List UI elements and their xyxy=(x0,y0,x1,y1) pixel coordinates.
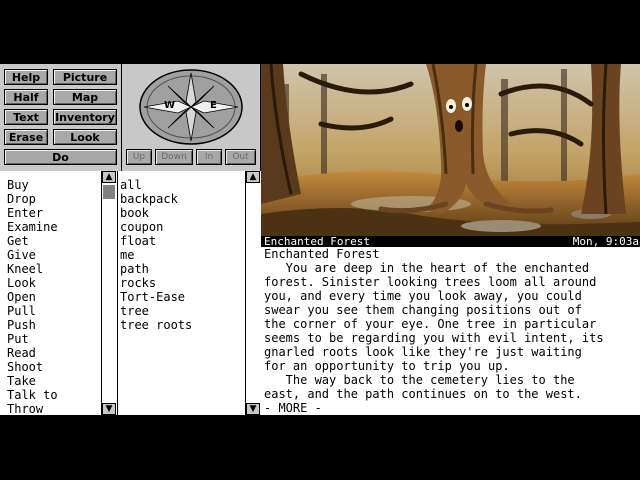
noun-item[interactable]: Tort-Ease xyxy=(120,290,185,304)
do-button[interactable]: Do xyxy=(4,149,117,165)
location-name: Enchanted Forest xyxy=(264,235,370,248)
help-button[interactable]: Help xyxy=(4,69,48,85)
verb-item[interactable]: Examine xyxy=(7,220,58,234)
story-line: gnarled roots look like they're just wai… xyxy=(264,345,582,359)
story-line: Enchanted Forest xyxy=(264,247,380,261)
verb-item[interactable]: Look xyxy=(7,276,36,290)
story-text-window: Enchanted Forest You are deep in the hea… xyxy=(261,247,640,415)
verb-item[interactable]: Talk to xyxy=(7,388,58,402)
noun-item[interactable]: rocks xyxy=(120,276,156,290)
scroll-thumb[interactable] xyxy=(103,185,115,199)
scroll-down-arrow-icon[interactable]: ▼ xyxy=(102,403,116,415)
verb-list: Buy Drop Enter Examine Get Give Kneel Lo… xyxy=(0,171,117,416)
text-button[interactable]: Text xyxy=(4,109,48,125)
noun-item[interactable]: backpack xyxy=(120,192,178,206)
verb-item[interactable]: Push xyxy=(7,318,36,332)
story-line: You are deep in the heart of the enchant… xyxy=(264,261,590,275)
scene-picture xyxy=(261,64,640,236)
noun-item[interactable]: float xyxy=(120,234,156,248)
noun-item[interactable]: path xyxy=(120,262,149,276)
story-line: east, and the path continues on to the w… xyxy=(264,387,582,401)
verb-item[interactable]: Drop xyxy=(7,192,36,206)
verb-item[interactable]: Shoot xyxy=(7,360,43,374)
verb-scrollbar[interactable]: ▲ ▼ xyxy=(101,171,117,415)
story-line: swear you see them changing positions ou… xyxy=(264,303,582,317)
noun-item[interactable]: tree roots xyxy=(120,318,192,332)
verb-item[interactable]: Enter xyxy=(7,206,43,220)
picture-button[interactable]: Picture xyxy=(53,69,117,85)
verb-item[interactable]: Pull xyxy=(7,304,36,318)
noun-scrollbar[interactable]: ▲ ▼ xyxy=(245,171,261,415)
compass-rose-icon[interactable] xyxy=(138,68,244,146)
story-line: you, and every time you look away, you c… xyxy=(264,289,582,303)
status-bar: Enchanted Forest Mon, 9:03a xyxy=(261,236,640,247)
more-prompt[interactable]: - MORE - xyxy=(264,401,322,415)
scroll-up-arrow-icon[interactable]: ▲ xyxy=(246,171,260,183)
scroll-down-arrow-icon[interactable]: ▼ xyxy=(246,403,260,415)
verb-item[interactable]: Take xyxy=(7,374,36,388)
in-button[interactable]: In xyxy=(196,149,222,165)
verb-item[interactable]: Get xyxy=(7,234,29,248)
map-button[interactable]: Map xyxy=(53,89,117,105)
story-line: for an opportunity to trip you up. xyxy=(264,359,510,373)
compass-panel: W E Up Down In Out xyxy=(121,64,260,171)
half-button[interactable]: Half xyxy=(4,89,48,105)
verb-item[interactable]: Buy xyxy=(7,178,29,192)
story-line: seems to be regarding you with evil inte… xyxy=(264,331,604,345)
out-button[interactable]: Out xyxy=(225,149,256,165)
verb-item[interactable]: Read xyxy=(7,346,36,360)
noun-item[interactable]: tree xyxy=(120,304,149,318)
up-button[interactable]: Up xyxy=(126,149,152,165)
story-line: forest. Sinister looking trees loom all … xyxy=(264,275,597,289)
verb-item[interactable]: Throw xyxy=(7,402,43,416)
verb-item[interactable]: Put xyxy=(7,332,29,346)
compass-east-label[interactable]: E xyxy=(210,100,217,111)
compass-west-label[interactable]: W xyxy=(164,100,175,111)
look-button[interactable]: Look xyxy=(53,129,117,145)
noun-item[interactable]: all xyxy=(120,178,142,192)
down-button[interactable]: Down xyxy=(155,149,193,165)
story-line: the corner of your eye. One tree in part… xyxy=(264,317,597,331)
verb-item[interactable]: Give xyxy=(7,248,36,262)
game-clock: Mon, 9:03a xyxy=(572,235,639,248)
erase-button[interactable]: Erase xyxy=(4,129,48,145)
noun-item[interactable]: me xyxy=(120,248,134,262)
scroll-up-arrow-icon[interactable]: ▲ xyxy=(102,171,116,183)
inventory-button[interactable]: Inventory xyxy=(53,109,117,125)
noun-item[interactable]: coupon xyxy=(120,220,163,234)
verb-item[interactable]: Open xyxy=(7,290,36,304)
command-button-panel: Help Picture Half Map Text Inventory Era… xyxy=(0,64,121,171)
enchanted-forest-scene-icon xyxy=(261,64,640,236)
noun-list: all backpack book coupon float me path r… xyxy=(117,171,261,415)
noun-item[interactable]: book xyxy=(120,206,149,220)
verb-item[interactable]: Kneel xyxy=(7,262,43,276)
story-line: The way back to the cemetery lies to the xyxy=(264,373,575,387)
